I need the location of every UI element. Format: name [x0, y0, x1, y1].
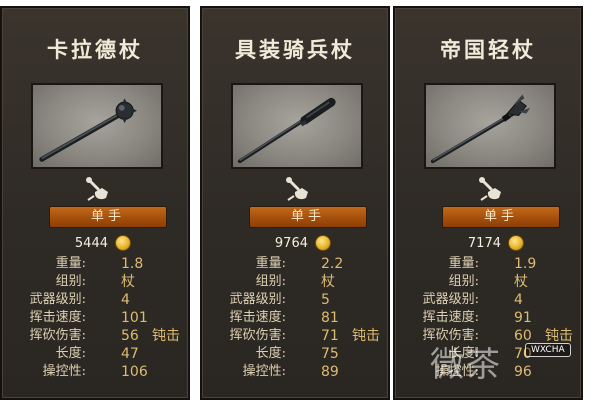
- stat-label: 挥砍伤害:: [29, 328, 86, 343]
- stat-value: 71: [321, 328, 339, 344]
- stat-swing-damage: 挥砍伤害: 56 钝击: [2, 327, 188, 345]
- mace-icon: [39, 98, 138, 162]
- weapon-card-kharadde-mace[interactable]: 卡拉德杖 单手 5444 重量: 1.8 组别: 杖 武器级别: 4 挥击速度: 101…: [0, 6, 190, 400]
- weapon-image: [424, 83, 556, 169]
- stat-length: 长度: 47: [2, 345, 188, 363]
- weapon-image: [31, 83, 163, 169]
- stat-label: 长度:: [255, 346, 286, 361]
- weapon-title: 具装骑兵杖: [235, 37, 355, 62]
- stat-label: 挥击速度:: [229, 310, 286, 325]
- gold-coin-icon: [315, 235, 331, 251]
- watermark: 微茶 WXCHA: [430, 337, 580, 385]
- watermark-text: 微茶: [430, 345, 502, 385]
- stat-value: 4: [121, 292, 130, 308]
- stat-label: 操控性:: [242, 364, 286, 379]
- stat-value: 106: [121, 364, 148, 380]
- stat-value: 2.2: [321, 256, 344, 272]
- stat-group: 组别: 杖: [395, 273, 581, 291]
- one-handed-mace-type-icon: [284, 176, 312, 204]
- price-value: 5444: [74, 236, 108, 251]
- stat-label: 组别:: [255, 274, 286, 289]
- stat-label: 重量:: [55, 256, 86, 271]
- stat-value: 杖: [514, 274, 528, 290]
- stat-label: 武器级别:: [422, 292, 479, 307]
- stat-value: 81: [321, 310, 339, 326]
- stat-group: 组别: 杖: [2, 273, 188, 291]
- stat-label: 挥砍伤害:: [229, 328, 286, 343]
- stats-list: 重量: 1.8 组别: 杖 武器级别: 4 挥击速度: 101 挥砍伤害: 56 钝击 长度…: [2, 255, 188, 381]
- stat-tier: 武器级别: 5: [202, 291, 388, 309]
- stat-handling: 操控性: 89: [202, 363, 388, 381]
- one-handed-mace-type-icon: [84, 176, 112, 204]
- gold-coin-icon: [508, 235, 524, 251]
- stat-swing-speed: 挥击速度: 81: [202, 309, 388, 327]
- stat-value: 101: [121, 310, 148, 326]
- stat-length: 长度: 75: [202, 345, 388, 363]
- gold-coin-icon: [115, 235, 131, 251]
- stat-label: 长度:: [55, 346, 86, 361]
- stat-weight: 重量: 2.2: [202, 255, 388, 273]
- handedness-badge: 单手: [49, 206, 167, 228]
- mace-icon: [237, 97, 336, 164]
- handedness-badge: 单手: [249, 206, 367, 228]
- stat-label: 挥击速度:: [29, 310, 86, 325]
- stat-value: 1.9: [514, 256, 537, 272]
- weapon-title: 帝国轻杖: [440, 37, 536, 62]
- one-handed-mace-type-icon: [477, 176, 505, 204]
- stats-list: 重量: 2.2 组别: 杖 武器级别: 5 挥击速度: 81 挥砍伤害: 71 钝击 长度:…: [202, 255, 388, 381]
- stat-value: 杖: [321, 274, 335, 290]
- price-row: 5444: [2, 235, 188, 253]
- stat-handling: 操控性: 106: [2, 363, 188, 381]
- watermark-badge: WXCHA: [525, 343, 571, 357]
- stat-value: 杖: [121, 274, 135, 290]
- stat-value: 75: [321, 346, 339, 362]
- stat-label: 武器级别:: [29, 292, 86, 307]
- stat-label: 组别:: [448, 274, 479, 289]
- stat-value: 56: [121, 328, 139, 344]
- damage-type: 钝击: [152, 328, 180, 344]
- stat-value: 1.8: [121, 256, 144, 272]
- stat-swing-speed: 挥击速度: 91: [395, 309, 581, 327]
- price-value: 9764: [274, 236, 308, 251]
- stat-label: 重量:: [255, 256, 286, 271]
- stat-value: 47: [121, 346, 139, 362]
- stat-label: 组别:: [55, 274, 86, 289]
- stat-swing-speed: 挥击速度: 101: [2, 309, 188, 327]
- stat-swing-damage: 挥砍伤害: 71 钝击: [202, 327, 388, 345]
- stat-group: 组别: 杖: [202, 273, 388, 291]
- stat-tier: 武器级别: 4: [2, 291, 188, 309]
- stat-label: 武器级别:: [229, 292, 286, 307]
- stat-value: 89: [321, 364, 339, 380]
- stat-value: 91: [514, 310, 532, 326]
- price-row: 7174: [395, 235, 581, 253]
- stat-weight: 重量: 1.9: [395, 255, 581, 273]
- stat-label: 挥击速度:: [422, 310, 479, 325]
- stat-tier: 武器级别: 4: [395, 291, 581, 309]
- stat-label: 操控性:: [42, 364, 86, 379]
- stat-value: 5: [321, 292, 330, 308]
- stat-weight: 重量: 1.8: [2, 255, 188, 273]
- handedness-badge: 单手: [442, 206, 560, 228]
- weapon-title: 卡拉德杖: [47, 37, 143, 62]
- weapon-image: [231, 83, 363, 169]
- damage-type: 钝击: [352, 328, 380, 344]
- weapon-card-cataphract-mace[interactable]: 具装骑兵杖 单手 9764 重量: 2.2 组别: 杖 武器级别: 5 挥击速度: 81…: [200, 6, 390, 400]
- stat-value: 4: [514, 292, 523, 308]
- price-value: 7174: [467, 236, 501, 251]
- price-row: 9764: [202, 235, 388, 253]
- stat-label: 重量:: [448, 256, 479, 271]
- mace-icon: [430, 94, 531, 164]
